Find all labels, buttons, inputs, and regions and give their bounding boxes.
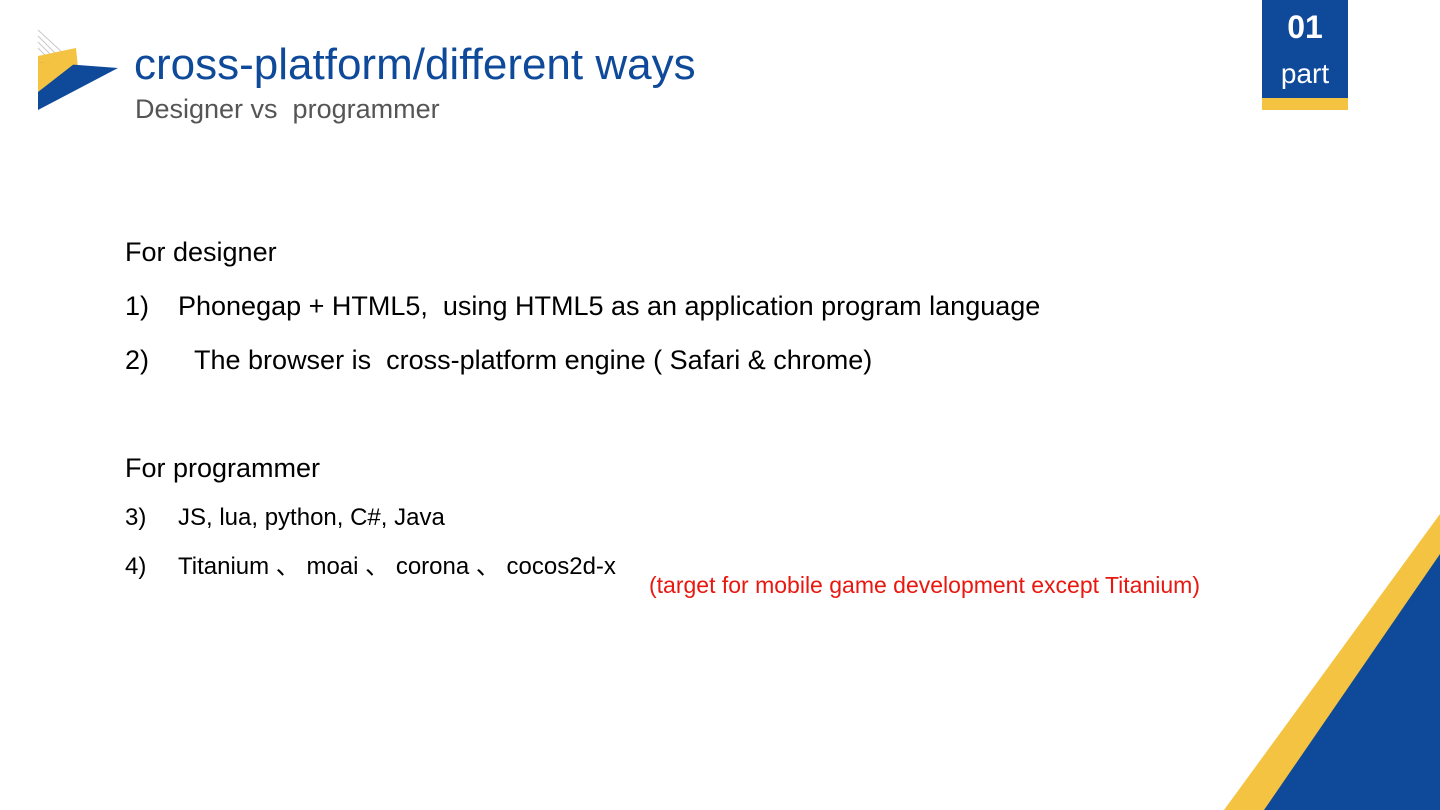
target-note: (target for mobile game development exce… <box>649 570 1200 600</box>
part-label: part <box>1262 56 1348 92</box>
programmer-heading: For programmer ὜ <box>125 451 328 485</box>
list-item-number: 3) <box>125 503 178 533</box>
list-item: 2) The browser is cross-platform engine … <box>125 343 872 377</box>
badge-stripe <box>1262 98 1348 110</box>
corner-triangles-decoration <box>1220 512 1440 810</box>
list-item-number: 2) <box>125 343 187 377</box>
triangle-logo-icon <box>34 28 124 114</box>
list-item: 4) Titanium 、 moai 、 corona 、 cocos2d-x <box>125 552 616 582</box>
list-item: 1) Phonegap + HTML5, using HTML5 as an ap… <box>125 289 1040 323</box>
list-item-text: JS, lua, python, C#, Java <box>178 504 445 531</box>
page-subtitle: Designer vs programmer <box>135 92 440 126</box>
part-number: 01 <box>1262 8 1348 46</box>
list-item: 3) JS, lua, python, C#, Java <box>125 503 445 533</box>
list-item-text: The browser is cross-platform engine ( S… <box>187 345 872 375</box>
list-item-text: Titanium 、 moai 、 corona 、 cocos2d-x <box>178 553 616 580</box>
page-title: cross-platform/different ways <box>134 38 696 92</box>
list-item-number: 1) <box>125 289 178 323</box>
list-item-number: 4) <box>125 552 178 582</box>
part-badge: 01 part <box>1262 0 1348 110</box>
designer-heading: For designer <box>125 235 277 269</box>
list-item-text: Phonegap + HTML5, using HTML5 as an appl… <box>178 291 1040 321</box>
